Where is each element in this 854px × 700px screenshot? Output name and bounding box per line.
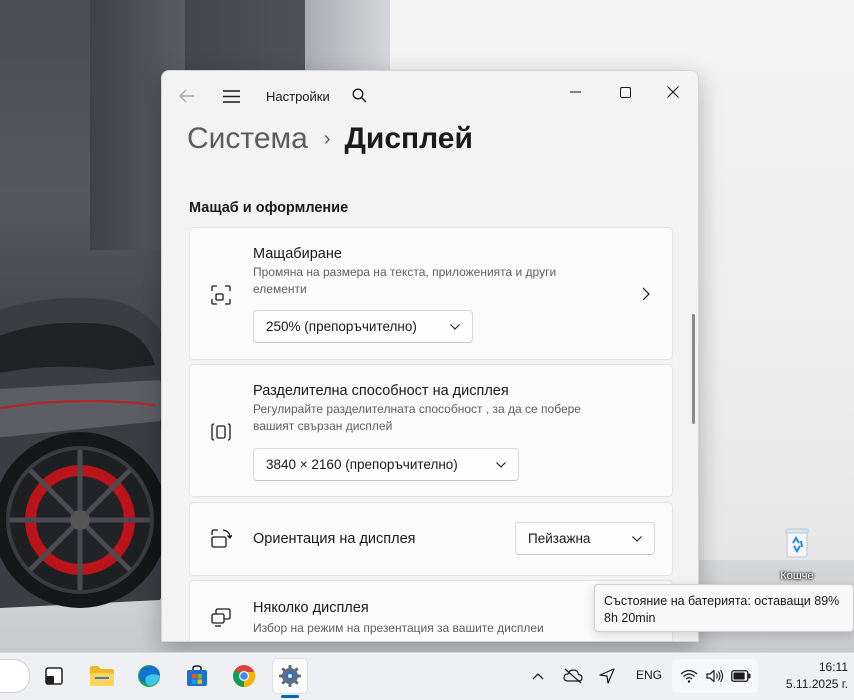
active-app-indicator — [281, 695, 299, 698]
section-title: Мащаб и оформление — [189, 200, 349, 216]
store-icon — [187, 665, 207, 686]
multiple-displays-description: Избор на режим на презентация за вашите … — [253, 621, 544, 635]
resolution-card: Разделителна способност на дисплея Регул… — [189, 364, 673, 497]
edge-button[interactable] — [131, 658, 167, 694]
input-language-indicator[interactable]: ENG — [636, 668, 662, 682]
recycle-bin-label: Кошче — [780, 570, 814, 582]
close-icon — [667, 86, 679, 98]
scale-description: Промяна на размера на текста, приложения… — [253, 265, 557, 296]
navigation-menu-button[interactable] — [218, 83, 244, 109]
minimize-icon — [569, 91, 581, 93]
scale-card[interactable]: Мащабиране Промяна на размера на текста,… — [189, 227, 673, 360]
orientation-card: Ориентация на дисплея Пейзажна — [189, 502, 673, 576]
scale-icon — [211, 285, 231, 305]
recycle-bin[interactable]: Кошче — [772, 528, 822, 582]
location-arrow-icon — [599, 668, 615, 684]
maximize-icon — [619, 86, 631, 98]
search-button[interactable] — [348, 84, 370, 106]
battery-icon — [731, 670, 751, 682]
resolution-title: Разделителна способност на дисплея — [253, 383, 509, 399]
onedrive-tray-button[interactable] — [562, 665, 584, 687]
maximize-button[interactable] — [610, 77, 640, 107]
chevron-down-icon — [450, 323, 460, 330]
chrome-icon — [233, 665, 256, 688]
multiple-displays-title: Няколко дисплея — [253, 600, 369, 616]
breadcrumb-separator: › — [323, 127, 331, 150]
back-button[interactable] — [174, 83, 200, 109]
chevron-up-icon — [532, 673, 544, 680]
orientation-dropdown[interactable]: Пейзажна — [515, 522, 655, 555]
speaker-icon — [706, 669, 724, 683]
edge-icon — [138, 665, 160, 687]
chevron-down-icon — [632, 535, 642, 542]
wifi-status — [678, 665, 700, 687]
resolution-dropdown[interactable]: 3840 × 2160 (препоръчително) — [253, 448, 519, 481]
chrome-button[interactable] — [226, 658, 262, 694]
task-view-icon — [45, 667, 63, 685]
title-bar: Настройки — [162, 71, 698, 119]
scale-title: Мащабиране — [253, 246, 342, 262]
clock-time: 16:11 — [818, 660, 848, 674]
folder-icon — [90, 666, 114, 686]
search-box[interactable] — [0, 659, 30, 693]
orientation-dropdown-value: Пейзажна — [528, 531, 591, 546]
scale-dropdown[interactable]: 250% (препоръчително) — [253, 310, 473, 343]
battery-tooltip-time: 8h 20min — [604, 611, 656, 625]
orientation-title: Ориентация на дисплея — [253, 531, 416, 547]
scale-dropdown-value: 250% (препоръчително) — [266, 319, 417, 334]
wallpaper-pillar — [185, 0, 305, 70]
minimize-button[interactable] — [560, 77, 590, 107]
battery-tooltip: Състояние на батерията: оставащи 89% 8h … — [594, 584, 854, 632]
gear-icon — [279, 665, 301, 687]
chevron-down-icon — [496, 461, 506, 468]
microsoft-store-button[interactable] — [179, 658, 215, 694]
battery-tooltip-status: Състояние на батерията: оставащи 89% — [604, 594, 840, 608]
battery-status — [730, 665, 752, 687]
location-tray-button[interactable] — [596, 665, 618, 687]
arrow-left-icon — [179, 89, 194, 103]
clock[interactable]: 16:11 5.11.2025 г. — [760, 659, 848, 693]
close-button[interactable] — [658, 77, 688, 107]
settings-window: Настройки Система › Дисплей Мащаб и офор… — [161, 70, 699, 642]
show-hidden-icons-button[interactable] — [527, 665, 549, 687]
resolution-description: Регулирайте разделителната способност , … — [253, 402, 581, 433]
resolution-dropdown-value: 3840 × 2160 (препоръчително) — [266, 457, 458, 472]
wallpaper-window — [305, 0, 390, 70]
volume-status — [704, 665, 726, 687]
wifi-icon — [680, 669, 698, 683]
search-icon — [352, 88, 366, 102]
multiple-displays-icon — [211, 608, 231, 627]
recycle-bin-icon — [785, 528, 809, 558]
breadcrumb-parent-link[interactable]: Система — [187, 122, 308, 156]
file-explorer-button[interactable] — [84, 658, 120, 694]
cloud-offline-icon — [563, 668, 583, 684]
scrollbar[interactable] — [692, 314, 695, 424]
resolution-icon — [211, 423, 231, 441]
settings-taskbar-button[interactable] — [272, 658, 308, 694]
page-title: Дисплей — [344, 122, 473, 155]
app-title: Настройки — [266, 89, 330, 104]
hamburger-icon — [222, 89, 240, 103]
chevron-right-icon — [642, 287, 650, 301]
taskbar: ENG 16:11 5.11.2025 г. — [0, 652, 854, 700]
orientation-icon — [211, 529, 232, 548]
clock-date: 5.11.2025 г. — [785, 677, 848, 691]
task-view-button[interactable] — [36, 658, 72, 694]
breadcrumb: Система › Дисплей — [187, 119, 473, 159]
